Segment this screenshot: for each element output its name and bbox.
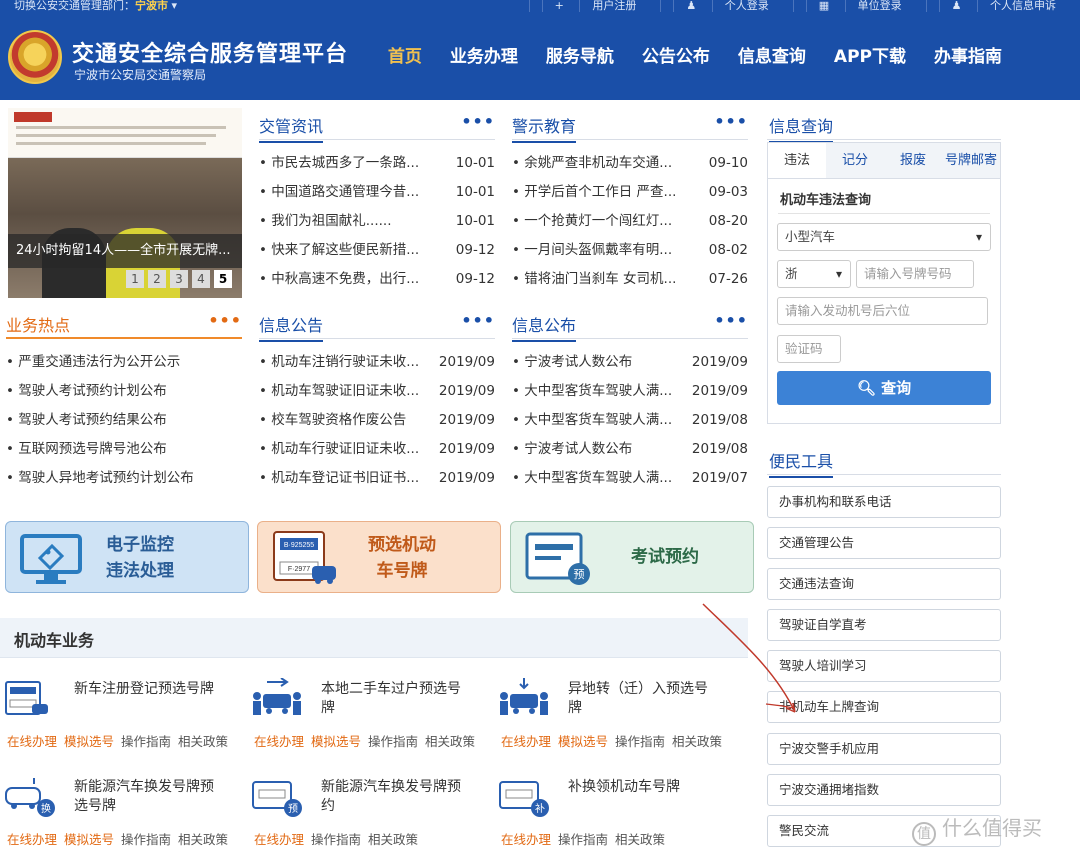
- annotation-arrow: [702, 603, 796, 713]
- watermark-logo-icon: 值: [912, 822, 936, 846]
- site-watermark: 值什么值得买: [912, 812, 1042, 846]
